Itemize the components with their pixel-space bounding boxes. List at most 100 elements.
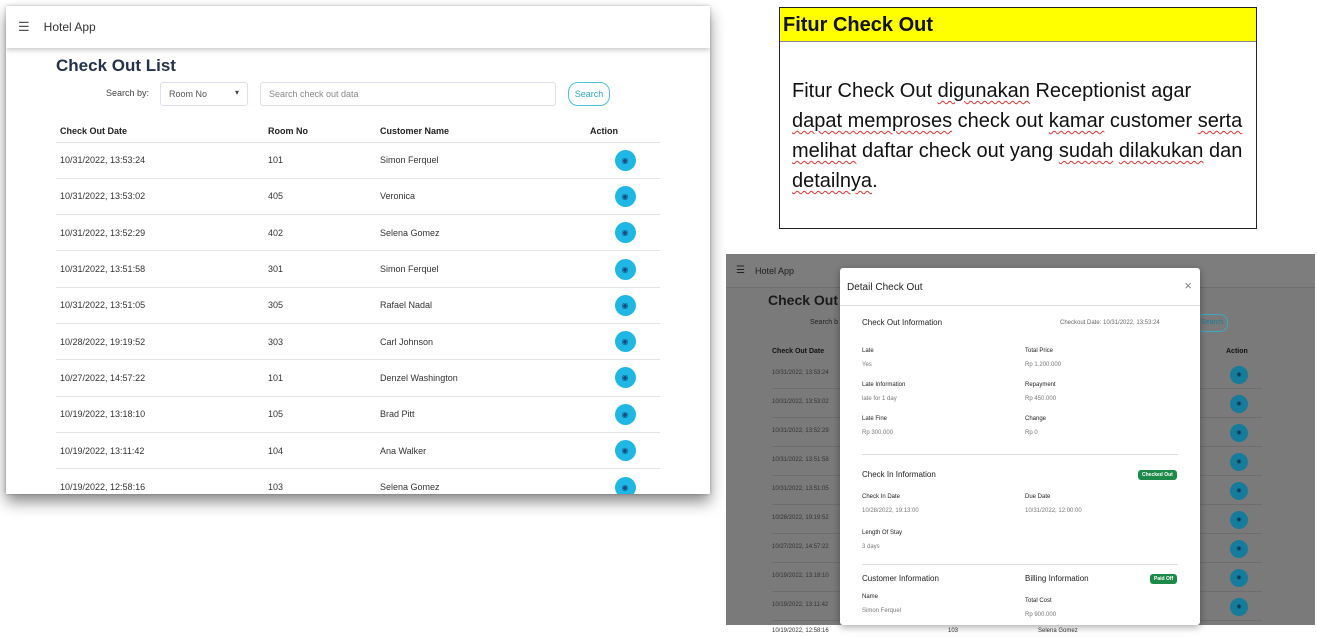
due-date-value: 10/31/2022, 12:00:00: [1025, 508, 1082, 514]
feature-description-box: Fitur Check Out Fitur Check Out digunaka…: [779, 7, 1257, 229]
column-header-checkout-date: Check Out Date: [60, 125, 128, 136]
view-detail-button[interactable]: ◉: [614, 149, 636, 171]
section-checkin-info: Check In Information: [862, 470, 936, 479]
row-checkout-date: 10/19/2022, 13:18:10: [56, 395, 268, 433]
view-detail-button[interactable]: ◉: [614, 294, 636, 316]
row-customer: Selena Gomez: [1038, 628, 1078, 634]
late-info-value: late for 1 day: [862, 396, 897, 402]
row-customer-name: Selena Gomez: [380, 468, 590, 494]
search-bar: Search by: Room No ▾ Search check out da…: [106, 82, 626, 106]
view-detail-button[interactable]: ◉: [614, 403, 636, 425]
column-header-room-no: Room No: [268, 125, 308, 136]
table-row: 10/31/2022, 13:53:24 101 Simon Ferquel ◉: [56, 141, 660, 179]
column-header-action: Action: [1226, 348, 1248, 355]
text-segment: dan: [1203, 140, 1243, 162]
late-label: Late: [862, 348, 874, 354]
table-row: 10/31/2022, 13:53:02 405 Veronica ◉: [56, 177, 660, 215]
table-row: 10/28/2022, 19:19:52 303 Carl Johnson ◉: [56, 322, 660, 360]
section-customer-info: Customer Information: [862, 574, 939, 583]
repayment-label: Repayment: [1025, 382, 1056, 388]
customer-name-value: Simon Ferquel: [862, 608, 902, 614]
view-detail-button[interactable]: ◉: [614, 185, 636, 207]
total-price-label: Total Price: [1025, 348, 1054, 354]
row-checkout-date: 10/31/2022, 13:51:58: [56, 250, 268, 288]
row-checkout-date: 10/31/2022, 13:53:24: [772, 370, 829, 376]
view-detail-button: ◉: [1230, 598, 1248, 616]
length-of-stay-label: Length Of Stay: [862, 530, 903, 536]
spellcheck-word: sudah: [1058, 140, 1114, 162]
row-checkout-date: 10/31/2022, 13:51:58: [772, 457, 829, 463]
feature-title: Fitur Check Out: [780, 8, 1256, 42]
row-action: ◉: [590, 322, 660, 360]
divider: [862, 564, 1178, 565]
change-label: Change: [1025, 416, 1047, 422]
paid-off-badge: Paid Off: [1150, 574, 1178, 584]
row-action: ◉: [590, 214, 660, 251]
section-billing-info: Billing Information: [1025, 574, 1089, 583]
repayment-value: Rp 450.000: [1025, 396, 1057, 402]
total-price-value: Rp 1.200.000: [1025, 362, 1062, 368]
row-checkout-date: 10/31/2022, 13:52:29: [772, 428, 829, 434]
row-checkout-date: 10/19/2022, 13:11:42: [56, 431, 268, 469]
search-button[interactable]: Search: [568, 82, 610, 106]
row-customer-name: Simon Ferquel: [380, 141, 590, 179]
table-row: 10/19/2022, 13:11:42 104 Ana Walker ◉: [56, 431, 660, 469]
row-customer-name: Simon Ferquel: [380, 250, 590, 288]
search-by-select[interactable]: Room No ▾: [160, 82, 248, 106]
view-detail-button: ◉: [1230, 511, 1248, 529]
row-room-no: 301: [268, 250, 380, 288]
text-segment: daftar check out yang: [856, 140, 1059, 162]
view-detail-button[interactable]: ◉: [614, 367, 636, 389]
hamburger-menu-icon: ☰: [736, 265, 745, 276]
view-detail-button[interactable]: ◉: [614, 331, 636, 353]
spellcheck-word: dapat memproses: [792, 110, 953, 132]
view-detail-button: ◉: [1230, 569, 1248, 587]
row-action: ◉: [590, 250, 660, 288]
row-action: ◉: [590, 395, 660, 433]
checkout-list-screenshot: ☰ Hotel App Check Out List Search by: Ro…: [6, 6, 710, 494]
spellcheck-word: kamar: [1048, 110, 1105, 132]
row-customer-name: Selena Gomez: [380, 214, 590, 251]
view-detail-button[interactable]: ◉: [614, 476, 636, 494]
checkout-date: Checkout Date: 10/31/2022, 13:53:24: [1060, 320, 1160, 326]
checked-out-badge: Checked Out: [1138, 470, 1177, 480]
close-icon[interactable]: ×: [1184, 278, 1192, 293]
table-row: 10/31/2022, 13:51:05 305 Rafael Nadal ◉: [56, 286, 660, 324]
search-input[interactable]: Search check out data: [260, 82, 556, 106]
row-action: ◉: [590, 431, 660, 469]
row-customer-name: Carl Johnson: [380, 322, 590, 360]
row-room-no: 405: [268, 177, 380, 215]
hamburger-menu-icon[interactable]: ☰: [18, 19, 30, 35]
view-detail-button[interactable]: ◉: [614, 258, 636, 280]
detail-checkout-modal: Detail Check Out × Check Out Information…: [840, 268, 1200, 625]
length-of-stay-value: 3 days: [862, 544, 880, 550]
late-fine-value: Rp 300.000: [862, 430, 894, 436]
row-room-no: 101: [268, 141, 380, 179]
row-action: ◉: [590, 177, 660, 215]
view-detail-button[interactable]: ◉: [614, 222, 636, 244]
column-header-checkout-date: Check Out Date: [772, 348, 825, 355]
late-value: Yes: [862, 362, 872, 368]
column-header-action: Action: [590, 125, 618, 136]
text-segment: customer: [1104, 110, 1198, 132]
row-action: ◉: [590, 359, 660, 397]
app-title: Hotel App: [754, 265, 794, 276]
row-checkout-date: 10/19/2022, 13:18:10: [772, 573, 829, 579]
customer-name-label: Name: [862, 594, 879, 600]
change-value: Rp 0: [1025, 430, 1038, 436]
modal-title: Detail Check Out: [847, 282, 923, 293]
row-checkout-date: 10/31/2022, 13:53:02: [772, 399, 829, 405]
view-detail-button: ◉: [1230, 395, 1248, 413]
search-button: Search: [1196, 314, 1228, 332]
row-checkout-date: 10/28/2022, 19:19:52: [772, 515, 829, 521]
due-date-label: Due Date: [1025, 494, 1051, 500]
spellcheck-word: dilakukan: [1118, 140, 1204, 162]
row-checkout-date: 10/27/2022, 14:57:22: [772, 544, 829, 550]
page-title: Check Out List: [56, 56, 176, 75]
row-checkout-date: 10/31/2022, 13:52:29: [56, 214, 268, 251]
row-customer-name: Brad Pitt: [380, 395, 590, 433]
view-detail-button[interactable]: ◉: [614, 440, 636, 462]
row-action: ◉: [590, 286, 660, 324]
row-checkout-date: 10/19/2022, 13:11:42: [772, 602, 829, 608]
row-room-no: 305: [268, 286, 380, 324]
